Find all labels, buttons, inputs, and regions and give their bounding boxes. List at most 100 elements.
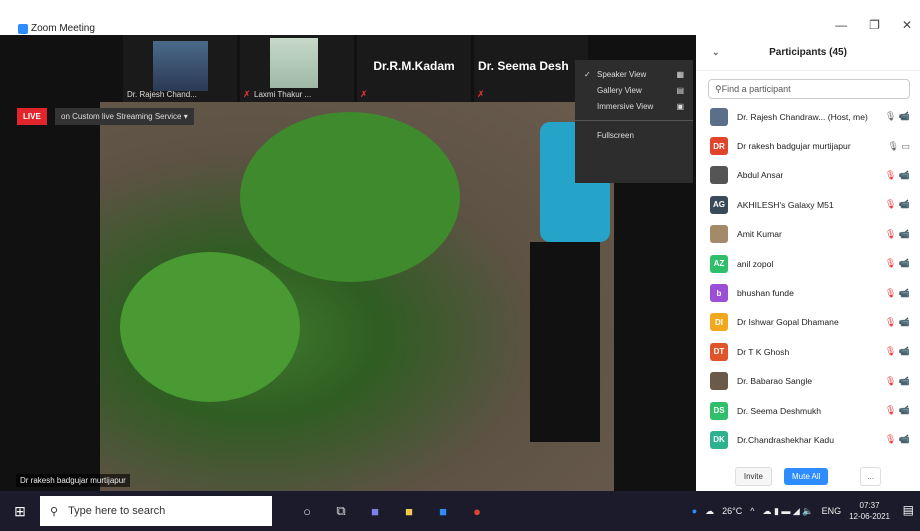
mute-all-button[interactable]: Mute All (783, 468, 829, 485)
participant-row[interactable]: DS Dr. Seema Deshmukh 🎙 📹 (696, 396, 920, 425)
thumbnail-video[interactable]: ✗ Laxmi Thakur ... (240, 35, 354, 102)
participant-row[interactable]: AZ anil zopol 🎙 📹 (696, 249, 920, 278)
thumbnail-strip: Dr. Rajesh Chand... ✗ Laxmi Thakur ... D… (123, 35, 603, 102)
participant-name: Abdul Ansar (737, 170, 784, 181)
stream-status[interactable]: on Custom live Streaming Service ▾ (55, 108, 194, 125)
avatar: DK (710, 430, 728, 449)
menu-divider (575, 120, 693, 121)
mic-muted-icon: 🎙 📹 (884, 258, 910, 269)
mic-muted-icon: ✗ (477, 89, 485, 99)
help-icon[interactable]: ● (692, 506, 697, 516)
clock-date: 12-06-2021 (849, 512, 890, 521)
participant-name: Dr T K Ghosh (737, 346, 790, 357)
avatar (710, 107, 728, 126)
participant-row[interactable]: AG AKHILESH's Galaxy M51 🎙 📹 (696, 190, 920, 219)
weather-icon[interactable]: ☁ (705, 506, 714, 517)
participant-list: Dr. Rajesh Chandraw... (Host, me) 🎙 📹 DR Dr… (696, 102, 920, 455)
notification-icon[interactable]: ▤ (903, 503, 914, 517)
check-icon: ✓ (584, 69, 591, 79)
windows-start-icon[interactable]: ⊞ (0, 491, 40, 531)
menu-item-speaker-view[interactable]: ✓ Speaker View ▦ (575, 66, 693, 82)
more-button[interactable]: ... (860, 467, 882, 486)
live-badge[interactable]: LIVE (17, 108, 47, 125)
participant-row[interactable]: Abdul Ansar 🎙 📹 (696, 161, 920, 190)
speaker-name-label: Dr rakesh badgujar murtijapur (16, 474, 130, 487)
participant-video (153, 41, 208, 91)
mic-muted-icon: 🎙 📹 (884, 199, 910, 210)
menu-item-gallery-view[interactable]: Gallery View ▤ (575, 82, 693, 98)
language-indicator[interactable]: ENG (822, 506, 842, 516)
avatar: AG (710, 195, 728, 214)
participant-name: Amit Kumar (737, 229, 782, 240)
person-legs-shape (530, 242, 600, 442)
avatar: DT (710, 342, 728, 361)
mic-muted-icon: ✗ (360, 89, 368, 99)
menu-item-fullscreen[interactable]: Fullscreen (575, 127, 693, 143)
participant-name: Dr. Seema Deshmukh (737, 405, 822, 416)
thumbnail-name: Laxmi Thakur ... (254, 90, 312, 99)
avatar (710, 166, 728, 185)
participant-row[interactable]: Dr. Rajesh Chandraw... (Host, me) 🎙 📹 (696, 102, 920, 131)
invite-button[interactable]: Invite (734, 467, 772, 486)
close-button[interactable]: ✕ (902, 18, 912, 32)
restore-button[interactable]: ❐ (869, 18, 880, 32)
participant-row[interactable]: DK Dr.Chandrashekhar Kadu 🎙 📹 (696, 425, 920, 454)
title-bar: Zoom Meeting — ❐ ✕ (0, 0, 920, 35)
thumbnail-name-tile[interactable]: Dr.R.M.Kadam ✗ (357, 35, 471, 102)
weather-temp[interactable]: 26°C (722, 506, 742, 516)
participant-row[interactable]: Amit Kumar 🎙 📹 (696, 220, 920, 249)
participant-search-input[interactable]: ⚲ Find a participant (708, 79, 910, 99)
participant-row[interactable]: DT Dr T K Ghosh 🎙 📹 (696, 337, 920, 366)
participant-row[interactable]: Dr. Babarao Sangle 🎙 📹 (696, 367, 920, 396)
thumbnail-video[interactable]: Dr. Rajesh Chand... (123, 35, 237, 102)
file-explorer-icon[interactable]: ■ (392, 491, 426, 531)
zoom-taskbar-icon[interactable]: ■ (426, 491, 460, 531)
participant-name: Dr. Babarao Sangle (737, 376, 813, 387)
speaker-view-icon: ▦ (676, 69, 684, 79)
avatar: DI (710, 313, 728, 332)
plant-shape (120, 252, 300, 402)
chevron-down-icon[interactable]: ⌄ (712, 47, 720, 58)
active-speaker-video (100, 102, 614, 491)
clock-time: 07:37 (859, 501, 880, 510)
mic-muted-icon: 🎙 📹 (884, 228, 910, 239)
taskbar: ⊞ ⚲ Type here to search ○ ⧉ ■ ■ ■ ● ● ☁ … (0, 491, 920, 531)
menu-item-label: Speaker View (597, 69, 647, 79)
avatar: DR (710, 137, 728, 156)
avatar (710, 225, 728, 244)
menu-item-immersive-view[interactable]: Immersive View ▣ (575, 98, 693, 114)
menu-item-label: Fullscreen (597, 130, 634, 140)
gallery-view-icon: ▤ (676, 85, 684, 95)
participant-name: Dr. Rajesh Chandraw... (Host, me) (737, 111, 868, 122)
tray-icons[interactable]: ☁ ▮ ▬ ◢ 🔈 (762, 506, 813, 517)
taskbar-search-text: Type here to search (68, 505, 166, 517)
participant-name: Dr.Chandrashekhar Kadu (737, 434, 834, 445)
participant-name: bhushan funde (737, 288, 794, 299)
thumbnail-name-tile[interactable]: Dr. Seema Desh ✗ (474, 35, 588, 102)
avatar: b (710, 284, 728, 303)
participant-row[interactable]: DR Dr rakesh badgujar murtijapur 🎙 ▭ (696, 131, 920, 160)
participant-row[interactable]: b bhushan funde 🎙 📹 (696, 278, 920, 307)
mic-icon: 🎙 ▭ (887, 140, 910, 151)
clock[interactable]: 07:37 12-06-2021 (849, 500, 890, 522)
thumbnail-name: Dr. Seema Desh (478, 59, 569, 73)
participant-row[interactable]: DI Dr Ishwar Gopal Dhamane 🎙 📹 (696, 308, 920, 337)
chrome-icon[interactable]: ● (460, 491, 494, 531)
teams-icon[interactable]: ■ (358, 491, 392, 531)
task-view-icon[interactable]: ⧉ (324, 491, 358, 531)
avatar: DS (710, 401, 728, 420)
avatar: AZ (710, 254, 728, 273)
search-icon: ⚲ (715, 83, 722, 94)
cortana-icon[interactable]: ○ (290, 491, 324, 531)
mic-muted-icon: 🎙 📹 (884, 169, 910, 180)
search-icon: ⚲ (50, 505, 59, 518)
menu-item-label: Immersive View (597, 101, 654, 111)
mic-muted-icon: 🎙 📹 (884, 346, 910, 357)
participant-name: anil zopol (737, 258, 774, 269)
window-title: Zoom Meeting (31, 23, 95, 34)
chevron-up-icon[interactable]: ^ (750, 506, 754, 516)
minimize-button[interactable]: — (835, 18, 847, 32)
zoom-app-icon (18, 24, 28, 34)
plant-shape (240, 112, 460, 282)
taskbar-search[interactable]: ⚲ Type here to search (40, 496, 272, 526)
